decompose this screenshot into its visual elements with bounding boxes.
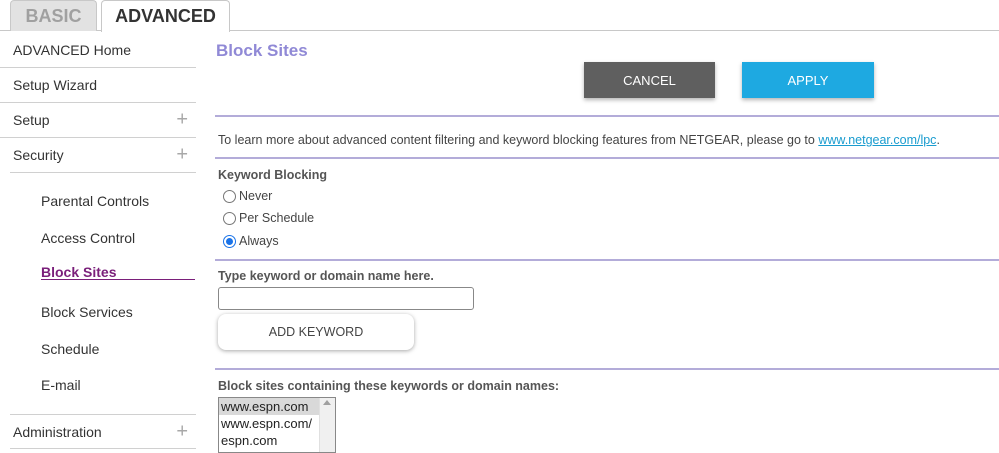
sidebar-item-label: Setup xyxy=(13,112,50,128)
divider xyxy=(215,368,999,370)
list-item[interactable]: espn.com xyxy=(219,432,320,449)
info-text: To learn more about advanced content fil… xyxy=(218,133,940,147)
scroll-up-arrow-icon[interactable] xyxy=(323,400,331,405)
sidebar-subitem-access-control[interactable]: Access Control xyxy=(41,230,135,246)
list-item[interactable]: www.espn.com/ xyxy=(219,415,320,432)
tab-advanced[interactable]: ADVANCED xyxy=(101,0,230,32)
radio-label: Per Schedule xyxy=(239,211,315,225)
sidebar-subitem-parental-controls[interactable]: Parental Controls xyxy=(41,193,149,209)
list-item[interactable]: www.espn.com xyxy=(219,398,320,415)
sidebar-item-setup-wizard[interactable]: Setup Wizard xyxy=(0,68,196,103)
sidebar-item-label: ADVANCED Home xyxy=(13,42,131,58)
divider xyxy=(215,115,999,117)
sidebar-subitem-block-sites[interactable]: Block Sites xyxy=(41,264,116,280)
sidebar-item-security[interactable]: Security + xyxy=(10,138,196,173)
top-tab-bar: BASIC ADVANCED xyxy=(0,0,999,32)
tab-basic[interactable]: BASIC xyxy=(10,0,97,31)
radio-per-schedule[interactable] xyxy=(223,211,236,225)
sidebar-subitem-email[interactable]: E-mail xyxy=(41,377,81,393)
info-text-suffix: . xyxy=(936,133,940,147)
info-text-body: To learn more about advanced content fil… xyxy=(218,133,819,147)
radio-per-schedule-row[interactable]: Per Schedule xyxy=(223,211,314,225)
sidebar-item-label: Administration xyxy=(13,423,102,440)
page-title: Block Sites xyxy=(216,41,308,60)
radio-never-row[interactable]: Never xyxy=(223,189,272,203)
radio-label: Never xyxy=(239,189,273,203)
radio-label: Always xyxy=(239,234,279,248)
keyword-input-label: Type keyword or domain name here. xyxy=(218,269,434,283)
sidebar-item-label: Setup Wizard xyxy=(13,77,98,93)
sidebar-item-administration[interactable]: Administration + xyxy=(10,414,196,449)
netgear-lpc-link[interactable]: www.netgear.com/lpc xyxy=(818,133,936,147)
sidebar-subitem-schedule[interactable]: Schedule xyxy=(41,341,99,357)
cancel-button[interactable]: CANCEL xyxy=(584,62,715,98)
sidebar-item-label: Security xyxy=(13,147,64,163)
add-keyword-button[interactable]: ADD KEYWORD xyxy=(218,314,414,350)
divider xyxy=(215,157,999,159)
radio-always-row[interactable]: Always xyxy=(223,234,279,248)
listbox-scrollbar[interactable] xyxy=(319,398,335,452)
active-nav-underline xyxy=(41,279,195,280)
plus-icon[interactable]: + xyxy=(176,144,188,167)
keyword-blocking-label: Keyword Blocking xyxy=(218,168,328,182)
plus-icon[interactable]: + xyxy=(176,420,188,443)
radio-always[interactable] xyxy=(223,234,236,248)
apply-button[interactable]: APPLY xyxy=(742,62,874,98)
blocked-list-label: Block sites containing these keywords or… xyxy=(218,379,560,393)
sidebar-item-advanced-home[interactable]: ADVANCED Home xyxy=(0,33,196,68)
sidebar-item-setup[interactable]: Setup + xyxy=(0,103,196,138)
sidebar-subitem-block-services[interactable]: Block Services xyxy=(41,304,133,320)
keyword-input[interactable] xyxy=(218,287,474,310)
divider xyxy=(215,259,999,261)
blocked-sites-listbox[interactable]: www.espn.com www.espn.com/ espn.com xyxy=(218,397,336,453)
plus-icon[interactable]: + xyxy=(176,109,188,132)
radio-never[interactable] xyxy=(223,189,236,203)
